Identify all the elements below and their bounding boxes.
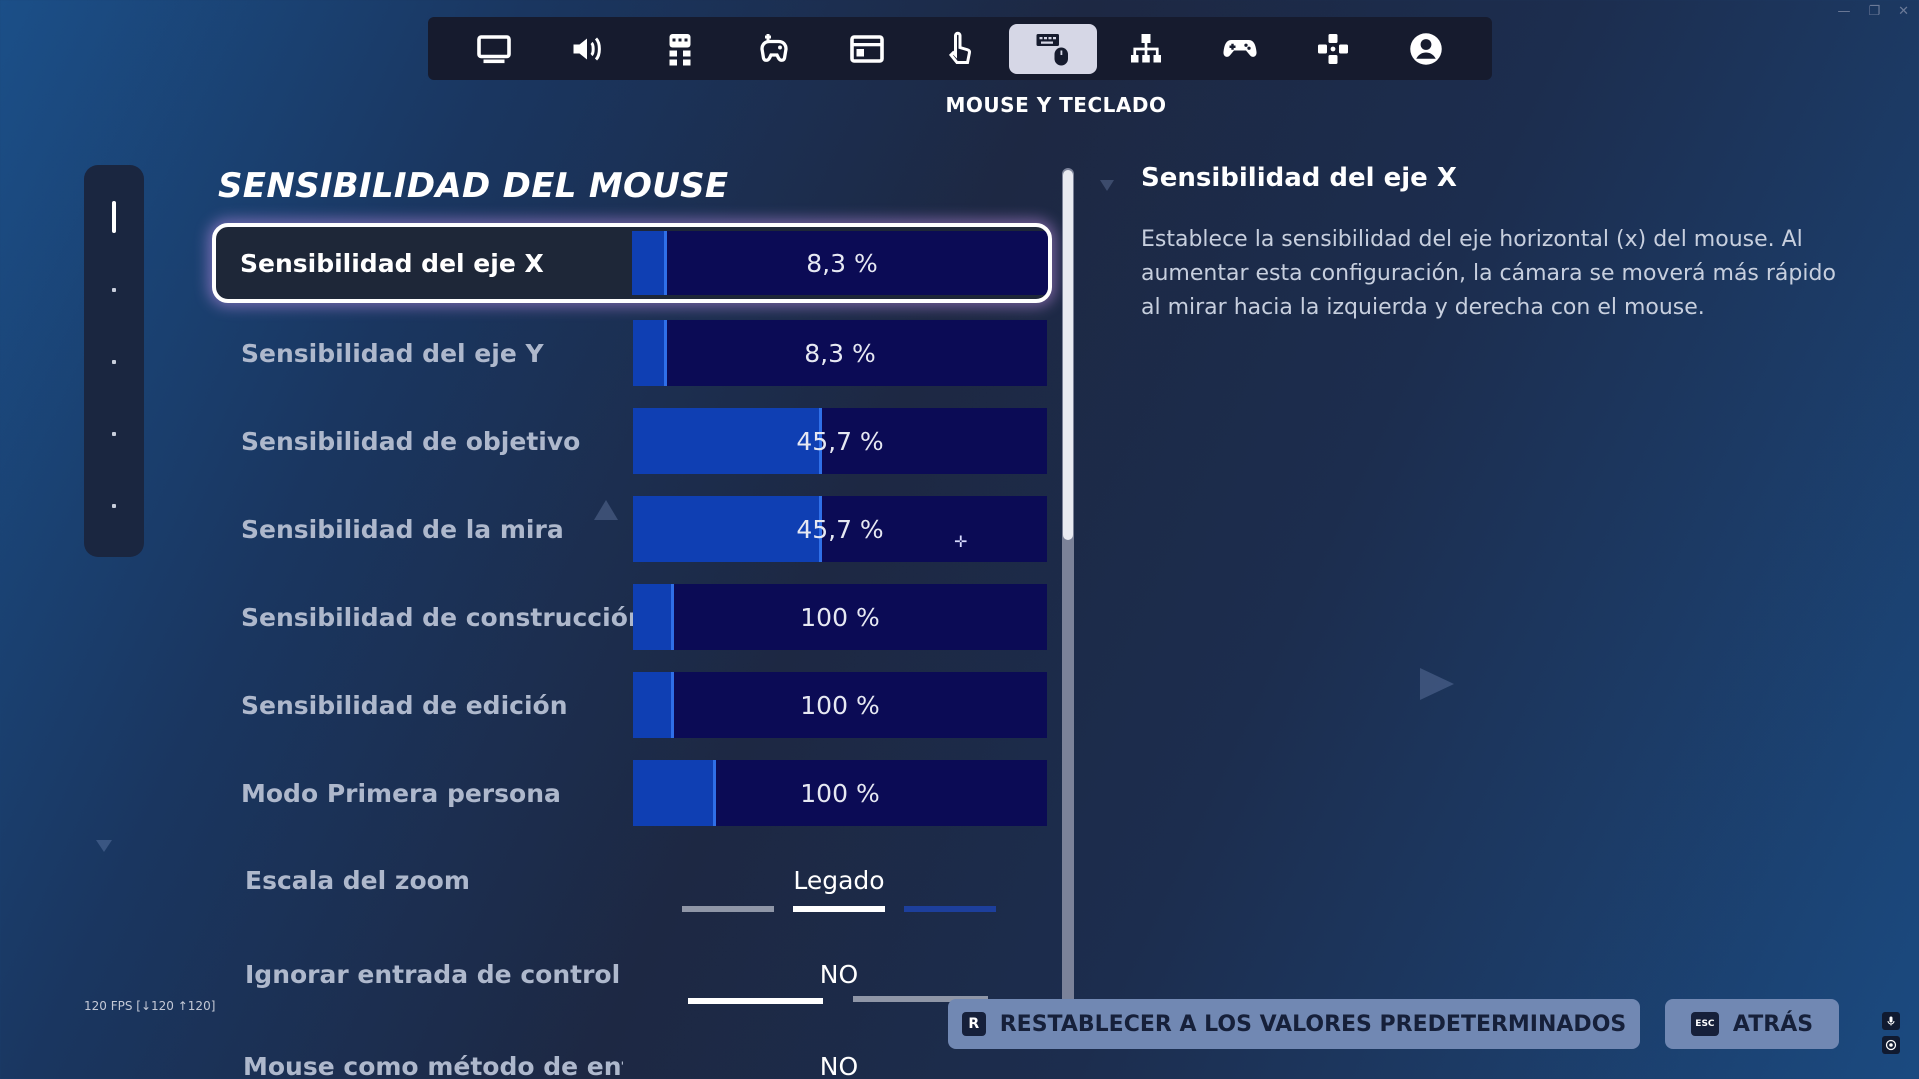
setting-label-zoom-scale: Escala del zoom [245,866,470,895]
background-triangle [96,840,112,852]
account-icon [1410,32,1442,65]
network-icon [1131,33,1162,62]
sensitivity-slider[interactable]: 100 % [633,760,1047,826]
monitor-icon [477,34,511,63]
settings-category-tabs [428,17,1492,80]
tab-mouse-keyboard[interactable] [1009,23,1098,74]
accessibility-grid-icon [669,33,691,65]
restore-icon[interactable]: ❐ [1868,4,1880,19]
voice-chat-icon[interactable] [1882,1036,1900,1054]
key-hint-r: R [961,1012,986,1036]
sensitivity-slider[interactable]: 100 % [633,672,1047,738]
tab-hud[interactable] [823,24,911,74]
back-label: ATRÁS [1732,1011,1814,1037]
slider-value: 100 % [800,690,880,720]
tab-controller-touch[interactable] [730,24,818,74]
setting-row-y-sensitivity[interactable]: Sensibilidad del eje Y 8,3 % [213,318,1047,388]
option-segment[interactable] [904,906,996,912]
setting-label: Sensibilidad de construcción [241,602,646,632]
rail-active-indicator [112,201,116,233]
rail-section-dot[interactable] [112,432,116,436]
rail-section-dot[interactable] [112,504,116,508]
reset-defaults-label: RESTABLECER A LOS VALORES PREDETERMINADO… [999,1011,1627,1037]
setting-label: Sensibilidad del eje Y [241,338,544,368]
setting-row-targeting-sensitivity[interactable]: Sensibilidad de objetivo 45,7 % [213,406,1047,476]
gamepad-icon [1222,39,1257,57]
setting-label: Sensibilidad de la mira [241,514,564,544]
slider-value: 45,7 % [796,426,884,456]
tab-account[interactable] [1382,24,1470,74]
corner-status-icons [1882,1012,1900,1054]
slider-value: 8,3 % [804,338,876,368]
setting-row-edit-sensitivity[interactable]: Sensibilidad de edición 100 % [213,670,1047,740]
tab-controller[interactable] [1196,24,1284,74]
hud-icon [849,34,884,63]
tab-accessibility[interactable] [636,24,724,74]
keyboard-mouse-icon [1036,33,1069,65]
mouse-cursor-icon: ✛ [954,532,968,551]
dpad-icon [1317,33,1348,64]
zoom-scale-value[interactable]: Legado [740,866,938,895]
description-title: Sensibilidad del eje X [1141,163,1457,193]
option-segment-selected[interactable] [688,998,823,1004]
option-segment[interactable] [682,906,774,912]
active-tab-caption: MOUSE Y TECLADO [945,93,1167,117]
background-triangle [1100,180,1114,191]
setting-label-ignore-controller: Ignorar entrada de control [245,960,621,989]
minimize-icon[interactable]: — [1837,4,1850,19]
tab-touch[interactable] [916,24,1004,74]
setting-row-first-person[interactable]: Modo Primera persona 100 % [213,758,1047,828]
slider-value: 45,7 % [796,514,884,544]
section-navigation-rail[interactable] [84,165,144,557]
sensitivity-slider[interactable]: 8,3 % [633,320,1047,386]
setting-label: Modo Primera persona [241,778,561,808]
mouse-input-value[interactable]: NO [740,1052,938,1079]
section-title: SENSIBILIDAD DEL MOUSE [218,166,729,206]
setting-row-scope-sensitivity[interactable]: Sensibilidad de la mira 45,7 % [213,494,1047,564]
key-hint-esc: ESC [1690,1012,1719,1036]
rail-section-dot[interactable] [112,288,116,292]
reset-defaults-button[interactable]: R RESTABLECER A LOS VALORES PREDETERMINA… [948,999,1640,1049]
microphone-icon[interactable] [1882,1012,1900,1030]
description-body: Establece la sensibilidad del eje horizo… [1141,227,1836,320]
tab-audio[interactable] [543,24,631,74]
back-button[interactable]: ESC ATRÁS [1665,999,1839,1049]
tab-video[interactable] [450,24,538,74]
sensitivity-slider[interactable]: 100 % [633,584,1047,650]
window-controls: — ❐ ✕ [1837,4,1909,19]
close-icon[interactable]: ✕ [1898,4,1909,19]
background-triangle [1420,668,1454,700]
option-segment-selected[interactable] [793,906,885,912]
tab-controller-bindings[interactable] [1289,24,1377,74]
speaker-icon [573,36,602,61]
sensitivity-slider[interactable]: 45,7 % [633,496,1047,562]
setting-label-mouse-input: Mouse como método de entrada [243,1052,623,1079]
setting-label: Sensibilidad de edición [241,690,568,720]
slider-value: 100 % [800,602,880,632]
scrollbar-thumb[interactable] [1063,170,1073,540]
setting-label: Sensibilidad de objetivo [241,426,581,456]
tab-network[interactable] [1102,24,1190,74]
touch-hand-icon [948,31,971,64]
slider-value: 8,3 % [806,248,878,278]
controller-touch-icon [759,33,788,62]
setting-label: Sensibilidad del eje X [240,248,544,278]
fps-counter: 120 FPS [↓120 ↑120] [84,999,216,1013]
rail-section-dot[interactable] [112,360,116,364]
sensitivity-slider[interactable]: 45,7 % [633,408,1047,474]
setting-row-build-sensitivity[interactable]: Sensibilidad de construcción 100 % [213,582,1047,652]
setting-row-x-sensitivity[interactable]: Sensibilidad del eje X 8,3 % [212,223,1052,303]
ignore-controller-value[interactable]: NO [740,960,938,989]
sensitivity-slider[interactable]: 8,3 % [632,231,1048,295]
slider-value: 100 % [800,778,880,808]
